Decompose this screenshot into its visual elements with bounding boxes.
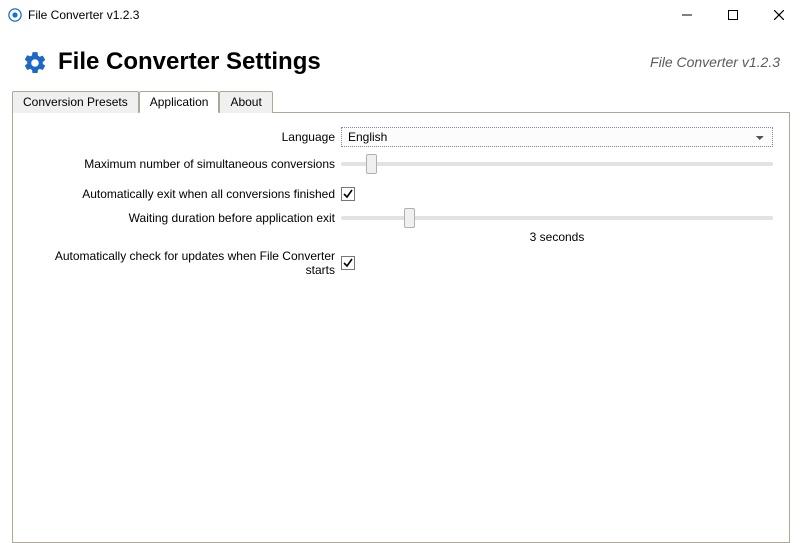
tab-panel-application: Language English Maximum number of simul…	[12, 113, 790, 543]
language-label: Language	[29, 130, 341, 144]
auto-update-label: Automatically check for updates when Fil…	[29, 249, 341, 277]
tab-about[interactable]: About	[219, 91, 272, 113]
wait-duration-value: 3 seconds	[530, 230, 585, 244]
tab-application[interactable]: Application	[139, 91, 220, 113]
page-title: File Converter Settings	[58, 48, 321, 76]
app-icon	[8, 8, 22, 22]
minimize-button[interactable]	[664, 0, 710, 30]
max-simultaneous-slider[interactable]	[341, 162, 773, 166]
version-label: File Converter v1.2.3	[650, 54, 780, 70]
tab-conversion-presets[interactable]: Conversion Presets	[12, 91, 139, 113]
wait-duration-label: Waiting duration before application exit	[29, 211, 341, 225]
auto-exit-checkbox[interactable]	[341, 187, 355, 201]
window-title: File Converter v1.2.3	[28, 8, 139, 22]
max-simultaneous-label: Maximum number of simultaneous conversio…	[29, 157, 341, 171]
titlebar: File Converter v1.2.3	[0, 0, 802, 30]
gear-icon	[22, 50, 48, 76]
language-select[interactable]: English	[341, 127, 773, 147]
maximize-button[interactable]	[710, 0, 756, 30]
auto-update-checkbox[interactable]	[341, 256, 355, 270]
tab-bar: Conversion Presets Application About	[12, 90, 790, 113]
header: File Converter Settings File Converter v…	[0, 30, 802, 90]
wait-duration-slider[interactable]	[341, 216, 773, 220]
auto-exit-label: Automatically exit when all conversions …	[29, 187, 341, 201]
close-button[interactable]	[756, 0, 802, 30]
